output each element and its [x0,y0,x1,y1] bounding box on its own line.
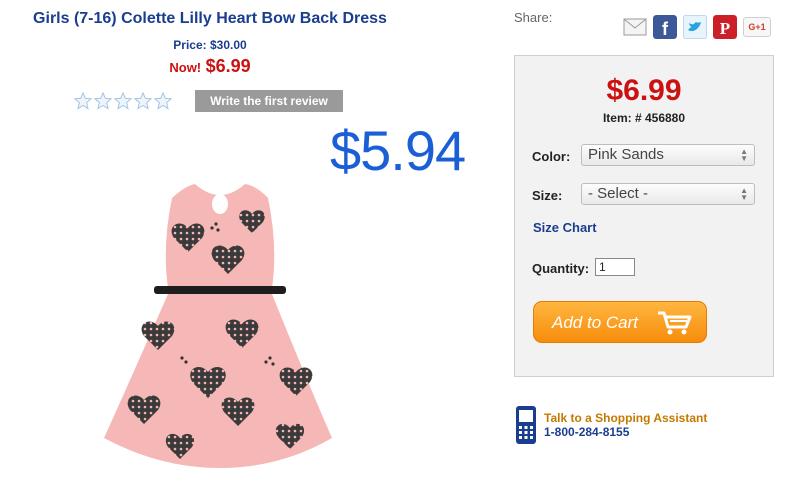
size-label: Size: [532,188,563,203]
quantity-input[interactable]: 1 [595,258,635,276]
rating-stars[interactable] [74,92,172,110]
size-select-value: - Select - [588,185,649,202]
select-arrows-icon: ▲ ▼ [740,186,748,202]
now-label: Now! [169,60,202,75]
share-label: Share: [514,10,553,25]
svg-text:P: P [720,19,730,38]
sale-price: $6.99 [205,56,251,76]
cart-icon [658,311,692,335]
twitter-icon[interactable] [683,15,707,39]
phone-icon [516,406,536,444]
star-icon [134,92,152,110]
size-chart-link[interactable]: Size Chart [533,220,597,235]
shopping-assistant-link[interactable]: Talk to a Shopping Assistant 1-800-284-8… [514,405,707,445]
add-to-cart-button[interactable]: Add to Cart [533,301,707,343]
item-number: Item: # 456880 [602,111,686,125]
star-icon [94,92,112,110]
add-to-cart-panel: $6.99 Item: # 456880 Color: Pink Sands ▲… [514,55,774,377]
star-icon [154,92,172,110]
add-to-cart-label: Add to Cart [552,313,638,332]
assistant-text: Talk to a Shopping Assistant 1-800-284-8… [544,411,707,439]
svg-text:f: f [662,19,669,39]
assistant-title: Talk to a Shopping Assistant [544,411,708,425]
sale-price-row: Now! $6.99 [0,56,420,77]
panel-price: $6.99 [606,74,682,107]
overlay-price: $5.94 [330,119,466,182]
star-icon [114,92,132,110]
color-select[interactable]: Pink Sands ▲ ▼ [581,144,755,166]
share-icons: f P G+1 [623,15,771,39]
google-plus-icon[interactable]: G+1 [743,17,771,37]
email-icon[interactable] [623,15,647,39]
star-icon [74,92,92,110]
pinterest-icon[interactable]: P [713,15,737,39]
color-select-value: Pink Sands [588,146,664,163]
quantity-label: Quantity: [532,261,590,276]
color-label: Color: [532,149,571,164]
product-image[interactable] [100,176,340,476]
write-review-button[interactable]: Write the first review [195,90,343,112]
assistant-phone: 1-800-284-8155 [544,425,630,439]
select-arrows-icon: ▲ ▼ [740,147,748,163]
original-price: Price: $30.00 [173,38,247,52]
product-title: Girls (7-16) Colette Lilly Heart Bow Bac… [33,10,387,27]
size-select[interactable]: - Select - ▲ ▼ [581,183,755,205]
facebook-icon[interactable]: f [653,15,677,39]
